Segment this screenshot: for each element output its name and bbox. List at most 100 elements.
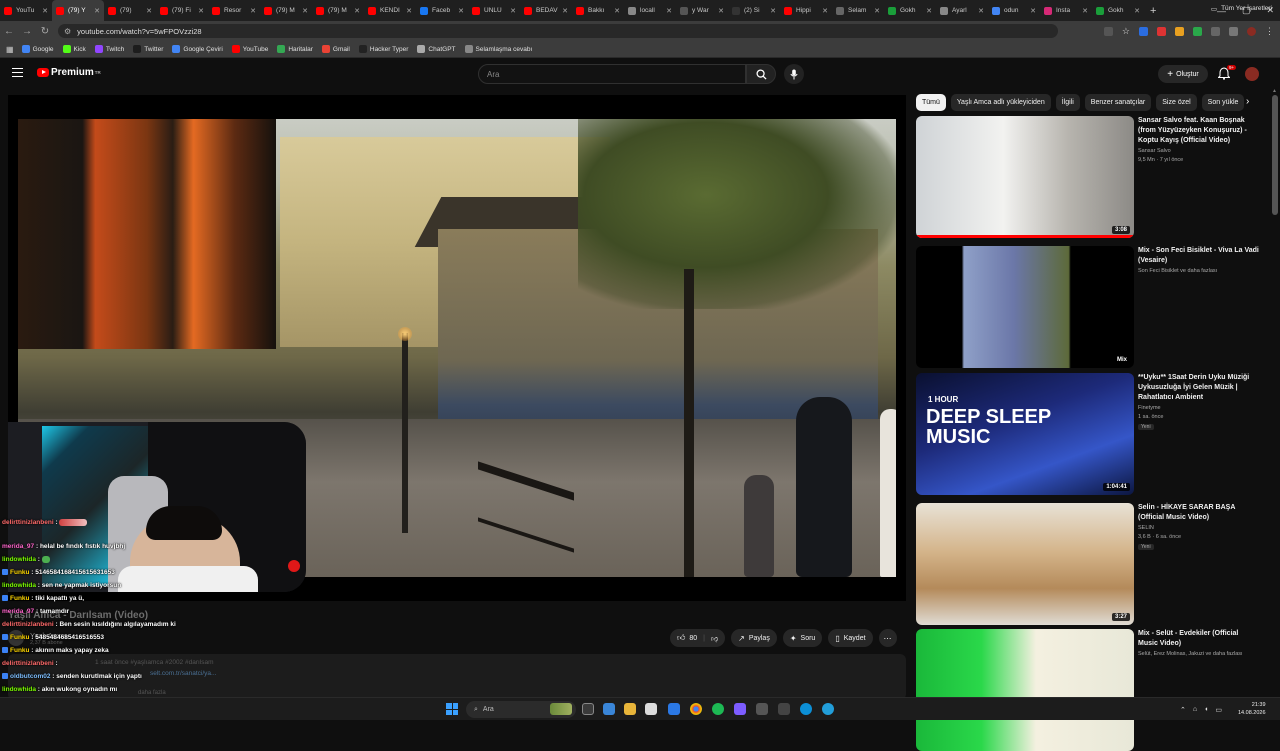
create-button[interactable]: + Oluştur [1158,65,1208,83]
chrome-icon[interactable] [690,703,702,715]
chat-username[interactable]: lindowhida [2,556,36,563]
chat-username[interactable]: delirttinizlanbeni [2,519,54,526]
bookmark-item[interactable]: YouTube [231,45,268,53]
browser-tab[interactable]: Resor ✕ [208,0,260,21]
edge-icon[interactable] [800,703,812,715]
browser-tab[interactable]: Selam ✕ [832,0,884,21]
extension-icon[interactable] [1157,26,1166,36]
browser-tab[interactable]: Hippi ✕ [780,0,832,21]
browser-tab[interactable]: Ayarl ✕ [936,0,988,21]
video-title[interactable]: Mix - Selüt - Evdekiler (Official Music … [1138,629,1260,649]
tab-close-icon[interactable]: ✕ [406,7,412,15]
bookmark-item[interactable]: Kick [62,45,86,53]
browser-tab[interactable]: (79) Y ✕ [52,0,104,21]
filter-chip[interactable]: İlgili [1055,93,1080,111]
recommended-video[interactable]: Mix Mix - Son Feci Bisiklet - Viva La Vad… [916,246,1260,368]
video-channel[interactable]: Selüt, Erez Molinas, Jakuzi ve daha fazl… [1138,651,1243,657]
tab-close-icon[interactable]: ✕ [978,7,984,15]
chat-username[interactable]: merida_97 [2,543,34,550]
tab-close-icon[interactable]: ✕ [354,7,360,15]
browser-tab[interactable]: (79) M ✕ [312,0,364,21]
extension-icon[interactable] [1193,26,1202,36]
more-actions-button[interactable]: ⋯ [878,629,897,647]
bookmark-item[interactable]: Twitter [133,45,163,53]
bookmark-item[interactable]: Google Çeviri [172,45,223,53]
video-thumbnail[interactable]: 1 HOUR DEEP SLEEP MUSIC 1:04:41 [916,373,1134,495]
browser-tab[interactable]: ÜNLÜ ✕ [468,0,520,21]
browser-tab[interactable]: Gokh ✕ [1092,0,1144,21]
reload-icon[interactable]: ↻ [36,26,54,37]
tab-close-icon[interactable]: ✕ [666,7,672,15]
browser-tab[interactable]: y War ✕ [676,0,728,21]
bookmark-item[interactable]: Google [21,45,54,53]
tab-close-icon[interactable]: ✕ [1030,7,1036,15]
chat-username[interactable]: Funku [10,569,30,576]
video-thumbnail[interactable]: 3:08 [916,116,1134,238]
task-view-icon[interactable] [582,703,594,715]
video-thumbnail[interactable]: 3:27 [916,503,1134,625]
tab-close-icon[interactable]: ✕ [1134,7,1140,15]
thumbs-down-icon[interactable]: 👎︎ [711,634,718,643]
filter-chip[interactable]: Son yükle [1201,93,1245,111]
search-input[interactable]: Ara [478,64,746,84]
spotify-icon[interactable] [712,703,724,715]
app-icon[interactable] [756,703,768,715]
filter-chip[interactable]: Tümü [916,93,946,111]
bookmark-item[interactable]: Selamlaşma cevabı [464,45,532,53]
screen-cast-icon[interactable] [1103,26,1113,36]
video-channel[interactable]: Son Feci Bisiklet ve daha fazlası [1138,268,1217,274]
tab-close-icon[interactable]: ✕ [510,7,516,15]
account-avatar[interactable] [1245,67,1259,81]
tab-close-icon[interactable]: ✕ [458,7,464,15]
puzzle-icon[interactable] [1211,26,1220,36]
chat-username[interactable]: delirttinizlanbeni [2,621,54,628]
browser-tab[interactable]: Bakkı ✕ [572,0,624,21]
tab-close-icon[interactable]: ✕ [198,7,204,15]
browser-tab[interactable]: (79) ✕ [104,0,156,21]
apps-grid-icon[interactable]: ▦ [6,45,14,54]
file-explorer-icon[interactable] [624,703,636,715]
chat-username[interactable]: Funku [10,647,30,654]
tab-close-icon[interactable]: ✕ [302,7,308,15]
search-button[interactable] [746,64,776,84]
address-bar[interactable]: ⚙ youtube.com/watch?v=5wFPOVzzi28 [58,24,1058,38]
chevron-right-icon[interactable]: › [1246,96,1249,107]
tab-close-icon[interactable]: ✕ [562,7,568,15]
video-thumbnail[interactable] [916,629,1134,751]
tab-close-icon[interactable]: ✕ [822,7,828,15]
recommended-video[interactable]: 3:08 Sansar Salvo feat. Kaan Boşnak (from… [916,116,1260,238]
tab-close-icon[interactable]: ✕ [718,7,724,15]
tab-close-icon[interactable]: ✕ [94,7,100,15]
recommended-video[interactable]: Mix - Selüt - Evdekiler (Official Music … [916,629,1260,751]
tab-close-icon[interactable]: ✕ [42,7,48,15]
recommended-video[interactable]: 3:27 Selin - HİKAYE SARAR BAŞA (Official … [916,503,1260,625]
bookmark-item[interactable]: Gmail [321,45,350,53]
bookmark-item[interactable]: ChatGPT [417,45,456,53]
tab-close-icon[interactable]: ✕ [926,7,932,15]
browser-tab[interactable]: locall ✕ [624,0,676,21]
extension-icon[interactable] [1175,26,1184,36]
browser-tab[interactable]: Insta ✕ [1040,0,1092,21]
all-bookmarks[interactable]: ▭ Tüm Yer İşaretleri [1211,0,1272,17]
forward-icon[interactable]: → [18,26,36,37]
tab-close-icon[interactable]: ✕ [874,7,880,15]
hamburger-menu-icon[interactable] [12,68,23,77]
app-icon[interactable] [778,703,790,715]
bookmark-star-icon[interactable]: ☆ [1122,26,1130,37]
ask-button[interactable]: ✦ Soru [782,629,823,647]
network-icon[interactable]: ⌂ [1193,706,1197,713]
browser-tab[interactable]: Gokh ✕ [884,0,936,21]
browser-tab[interactable]: BEDAV ✕ [520,0,572,21]
chat-username[interactable]: Funku [10,595,30,602]
telegram-icon[interactable] [822,703,834,715]
video-channel[interactable]: SELIN [1138,525,1154,531]
volume-icon[interactable]: ◖ [1204,706,1208,713]
browser-tab[interactable]: (2) Si ✕ [728,0,780,21]
voice-search-button[interactable] [784,64,804,84]
menu-dots-icon[interactable]: ⋮ [1265,26,1274,37]
extension-icon[interactable] [1139,26,1148,36]
recommended-video[interactable]: 1 HOUR DEEP SLEEP MUSIC 1:04:41 **Uyku** 1Sa… [916,373,1260,495]
chat-username[interactable]: Funku [10,634,30,641]
video-channel[interactable]: Sansar Salvo [1138,148,1171,154]
browser-tab[interactable]: (79) M ✕ [260,0,312,21]
